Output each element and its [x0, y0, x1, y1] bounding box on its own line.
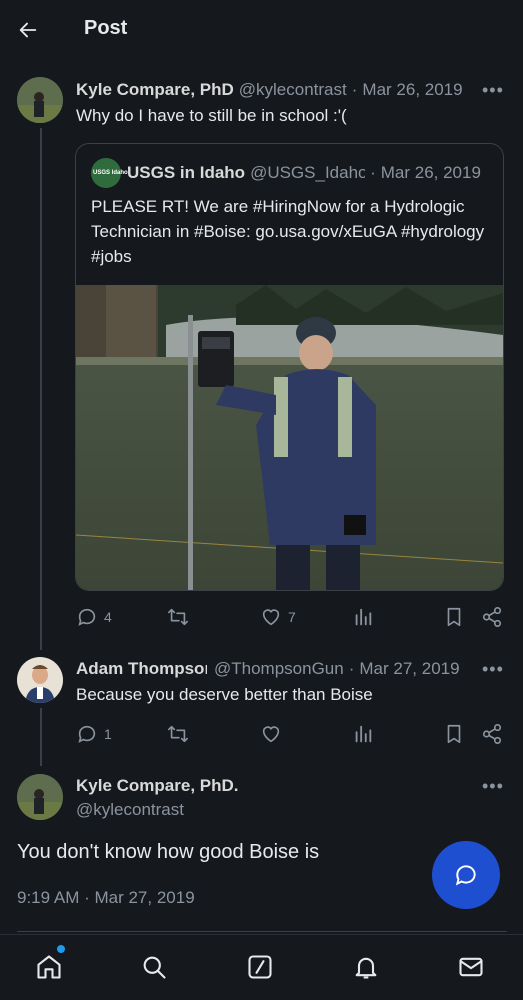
search-icon: [143, 956, 166, 979]
like-icon: [262, 726, 280, 743]
quote-text: PLEASE RT! We are #HiringNow for a Hydro…: [91, 197, 485, 266]
bookmark-icon: [447, 607, 461, 627]
home-icon: [37, 955, 61, 979]
divider: [17, 931, 507, 932]
main-post-timestamp[interactable]: 9:19 AM · Mar 27, 2019: [17, 888, 195, 908]
views-button[interactable]: [352, 723, 374, 745]
reply-icon: [78, 725, 96, 743]
main-author-name[interactable]: Kyle Compare, PhD.: [76, 776, 239, 796]
usgs-logo: USGS Idaho: [91, 158, 128, 188]
retweet-icon: [168, 608, 188, 626]
bookmark-button[interactable]: [444, 606, 464, 628]
share-button[interactable]: [481, 723, 503, 745]
main-post-text: You don't know how good Boise is: [17, 841, 320, 863]
more-options-button[interactable]: •••: [482, 659, 503, 679]
quote-author-handle: @USGS_Idaho: [250, 163, 366, 182]
nav-search[interactable]: [136, 949, 172, 985]
back-arrow-icon: [19, 22, 37, 38]
retweet-button[interactable]: [166, 606, 196, 628]
tweet-header: Adam Thompson @ThompsonGun · Mar 27, 201…: [76, 659, 472, 679]
nav-messages[interactable]: [453, 949, 489, 985]
compose-reply-icon: [455, 865, 476, 886]
tweet-date[interactable]: Mar 26, 2019: [362, 80, 462, 100]
tweet-text: Because you deserve better than Boise: [76, 685, 373, 704]
like-button[interactable]: [260, 723, 282, 745]
thread-line: [40, 128, 42, 650]
separator-dot: ·: [351, 80, 358, 99]
bookmark-icon: [447, 724, 461, 744]
more-options-button[interactable]: •••: [482, 776, 503, 796]
quote-photo[interactable]: [76, 285, 503, 590]
like-icon: [262, 609, 280, 626]
author-handle[interactable]: @kylecontrast: [239, 80, 347, 100]
usgs-logo-text: USGS Idaho: [93, 169, 128, 176]
retweet-button[interactable]: [166, 723, 190, 745]
quote-header: USGS Idaho USGS in Idaho @USGS_Idaho · M…: [91, 158, 481, 188]
reply-count: 4: [104, 609, 112, 625]
tweet-header: Kyle Compare, PhD @kylecontrast · Mar 26…: [76, 80, 472, 100]
reply-button[interactable]: 4: [76, 606, 112, 628]
reply-button[interactable]: 1: [76, 723, 112, 745]
like-button[interactable]: 7: [260, 606, 296, 628]
nav-home[interactable]: [31, 949, 67, 985]
like-count: 7: [288, 609, 296, 625]
avatar[interactable]: [17, 657, 63, 703]
more-options-button[interactable]: •••: [482, 80, 503, 100]
nav-notifications[interactable]: [348, 949, 384, 985]
top-bar: Post: [0, 0, 523, 60]
avatar[interactable]: [17, 774, 63, 820]
unread-indicator: [57, 945, 65, 953]
avatar[interactable]: [17, 77, 63, 123]
bookmark-button[interactable]: [444, 723, 464, 745]
tweet-text: Why do I have to still be in school :'(: [76, 106, 347, 125]
grok-icon: [248, 955, 272, 979]
author-name[interactable]: Kyle Compare, PhD: [76, 80, 234, 100]
page-title: Post: [84, 17, 128, 39]
reply-count: 1: [104, 726, 112, 742]
share-icon: [482, 724, 502, 744]
author-handle[interactable]: @ThompsonGun: [214, 659, 344, 679]
tweet-date[interactable]: Mar 27, 2019: [359, 659, 459, 679]
thread-line: [40, 708, 42, 766]
quote-date: Mar 26, 2019: [380, 163, 481, 182]
notifications-icon: [355, 957, 377, 979]
reply-icon: [78, 608, 96, 626]
compose-reply-button[interactable]: [432, 841, 500, 909]
share-button[interactable]: [481, 606, 503, 628]
back-button[interactable]: [14, 16, 42, 44]
views-button[interactable]: [352, 606, 374, 628]
retweet-icon: [168, 725, 188, 743]
bottom-navigation: [0, 934, 523, 1000]
views-icon: [355, 608, 372, 626]
separator-dot: ·: [370, 163, 376, 182]
views-icon: [355, 725, 372, 743]
quoted-tweet-card[interactable]: USGS Idaho USGS in Idaho @USGS_Idaho · M…: [75, 143, 504, 591]
quote-author-name: USGS in Idaho: [127, 163, 246, 182]
share-icon: [482, 607, 502, 627]
main-author-handle[interactable]: @kylecontrast: [76, 800, 184, 820]
author-name[interactable]: Adam Thompson: [76, 659, 207, 679]
separator-dot: ·: [348, 659, 355, 678]
messages-icon: [459, 957, 483, 977]
nav-grok[interactable]: [242, 949, 278, 985]
